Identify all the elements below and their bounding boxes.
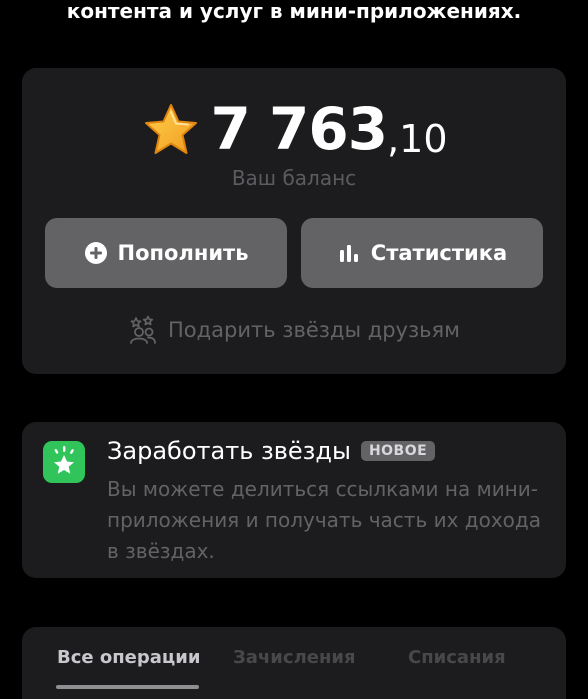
star-icon bbox=[145, 104, 198, 154]
friends-stars-icon bbox=[130, 315, 156, 344]
balance-amount: 7 763 ,10 bbox=[22, 94, 566, 164]
earn-stars-card[interactable]: Заработать звёзды НОВОЕ Вы можете делить… bbox=[22, 422, 566, 578]
balance-fraction: ,10 bbox=[387, 117, 448, 161]
balance-integer: 7 763 bbox=[210, 95, 388, 163]
star-sparkle-icon bbox=[54, 446, 74, 474]
gift-stars-link[interactable]: Подарить звёзды друзьям bbox=[22, 312, 566, 348]
balance-card: 7 763 ,10 Ваш баланс Пополнить Статистик… bbox=[22, 68, 566, 374]
intro-text: контента и услуг в мини-приложениях. bbox=[66, 0, 522, 23]
plus-circle-icon bbox=[84, 242, 107, 264]
earn-title: Заработать звёзды bbox=[107, 437, 351, 465]
stars-balance-screen: контента и услуг в мини-приложениях. 7 7… bbox=[0, 0, 588, 699]
gift-label: Подарить звёзды друзьям bbox=[168, 318, 460, 342]
balance-caption: Ваш баланс bbox=[231, 166, 357, 190]
earn-title-row: Заработать звёзды НОВОЕ bbox=[107, 437, 436, 465]
earn-stars-icon-box bbox=[43, 441, 85, 483]
statistics-label: Статистика bbox=[370, 241, 508, 265]
active-tab-indicator bbox=[56, 685, 199, 689]
transactions-tabs: Все операции Зачисления Списания bbox=[22, 627, 566, 699]
topup-label: Пополнить bbox=[117, 241, 249, 265]
statistics-button[interactable]: Статистика bbox=[301, 218, 543, 288]
topup-button[interactable]: Пополнить bbox=[45, 218, 287, 288]
earn-description: Вы можете делиться ссылками на мини-прил… bbox=[107, 477, 542, 563]
tab-all-operations[interactable]: Все операции bbox=[57, 647, 200, 668]
tab-debits[interactable]: Списания bbox=[408, 647, 506, 668]
tab-credits[interactable]: Зачисления bbox=[233, 647, 356, 668]
bar-chart-icon bbox=[339, 245, 358, 262]
new-badge: НОВОЕ bbox=[360, 441, 436, 461]
